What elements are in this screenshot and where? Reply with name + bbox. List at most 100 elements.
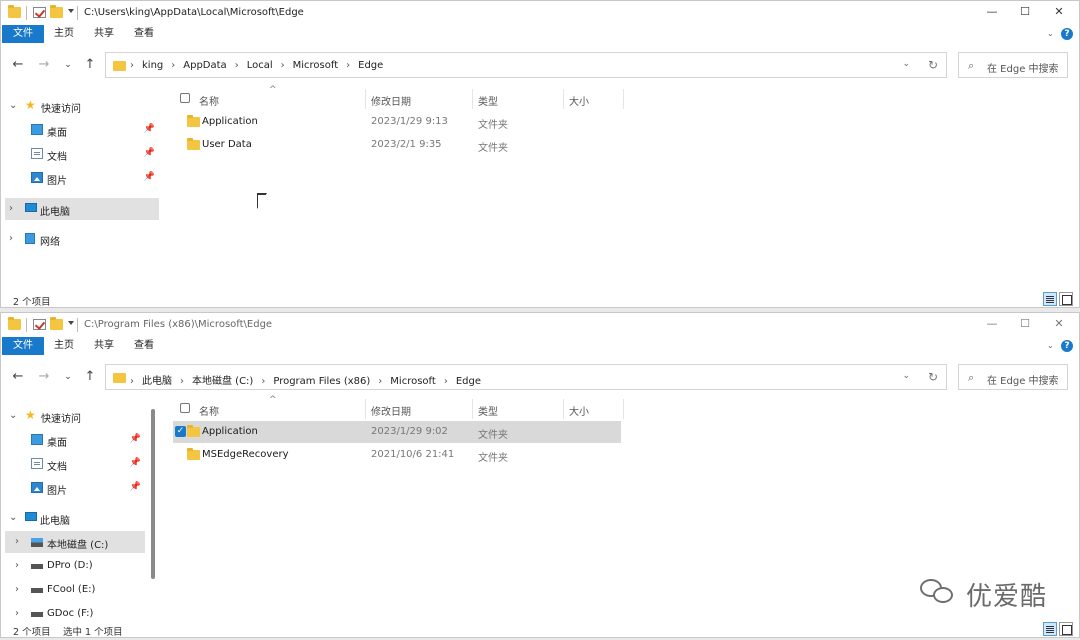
column-divider[interactable] xyxy=(623,89,624,109)
table-row[interactable]: User Data 2023/2/1 9:35 文件夹 xyxy=(173,134,621,156)
sidebar-item-quick-access[interactable]: ⌄ ★ 快速访问 xyxy=(5,95,159,117)
sidebar-item-drive-e[interactable]: › FCool (E:) xyxy=(5,579,145,601)
large-icons-view-button[interactable] xyxy=(1059,622,1073,636)
address-dropdown-icon[interactable]: ⌄ xyxy=(902,59,910,69)
column-divider[interactable] xyxy=(472,399,473,419)
tab-view[interactable]: 查看 xyxy=(129,337,159,355)
forward-button[interactable]: → xyxy=(35,56,53,74)
quick-access-toolbar-dropdown-icon[interactable] xyxy=(68,9,74,13)
help-icon[interactable]: ? xyxy=(1061,340,1073,352)
sidebar-item-this-pc[interactable]: ⌄ 此电脑 xyxy=(5,507,145,529)
chevron-down-icon[interactable]: ⌄ xyxy=(1047,29,1057,39)
recent-locations-dropdown[interactable]: ⌄ xyxy=(59,56,77,74)
column-divider[interactable] xyxy=(472,89,473,109)
sidebar-item-drive-d[interactable]: › DPro (D:) xyxy=(5,555,145,577)
select-all-checkbox[interactable] xyxy=(180,93,190,103)
sidebar-item-network[interactable]: › 网络 xyxy=(5,228,159,250)
column-divider[interactable] xyxy=(623,399,624,419)
back-button[interactable]: ← xyxy=(9,56,27,74)
quick-access-toolbar-dropdown-icon[interactable] xyxy=(68,321,74,325)
maximize-button[interactable]: ☐ xyxy=(1017,316,1033,332)
tab-share[interactable]: 共享 xyxy=(89,337,119,355)
sidebar-item-quick-access[interactable]: ⌄ ★ 快速访问 xyxy=(5,405,159,427)
column-type[interactable]: 类型 xyxy=(478,403,498,418)
pin-icon[interactable]: 📌 xyxy=(130,482,141,492)
column-divider[interactable] xyxy=(563,399,564,419)
tab-share[interactable]: 共享 xyxy=(89,25,119,43)
breadcrumb-item-microsoft[interactable]: Microsoft xyxy=(293,60,339,71)
pin-icon[interactable]: 📌 xyxy=(144,172,155,182)
breadcrumb-item-king[interactable]: king xyxy=(142,60,163,71)
maximize-button[interactable]: ☐ xyxy=(1017,4,1033,20)
help-icon[interactable]: ? xyxy=(1061,28,1073,40)
details-view-button[interactable] xyxy=(1043,292,1057,306)
tab-file[interactable]: 文件 xyxy=(2,25,44,43)
chevron-right-icon[interactable]: › xyxy=(9,233,13,244)
large-icons-view-button[interactable] xyxy=(1059,292,1073,306)
close-button[interactable]: ✕ xyxy=(1051,4,1067,20)
column-date[interactable]: 修改日期 xyxy=(371,403,411,418)
select-all-checkbox[interactable] xyxy=(180,403,190,413)
breadcrumb-item-edge[interactable]: Edge xyxy=(456,376,481,387)
column-divider[interactable] xyxy=(365,89,366,109)
chevron-right-icon[interactable]: › xyxy=(15,536,19,547)
pin-icon[interactable]: 📌 xyxy=(144,124,155,134)
table-row-selected[interactable]: ✓ Application 2023/1/29 9:02 文件夹 xyxy=(173,421,621,443)
sidebar-item-drive-c[interactable]: › 本地磁盘 (C:) xyxy=(5,531,145,553)
column-date[interactable]: 修改日期 xyxy=(371,93,411,108)
refresh-icon[interactable]: ↻ xyxy=(928,58,938,72)
pin-icon[interactable]: 📌 xyxy=(144,148,155,158)
chevron-right-icon[interactable]: › xyxy=(15,560,19,571)
sidebar-item-desktop[interactable]: 桌面 📌 xyxy=(5,119,159,141)
column-name[interactable]: 名称 xyxy=(199,93,219,108)
breadcrumb-item-local[interactable]: Local xyxy=(247,60,273,71)
address-bar[interactable]: › king › AppData › Local › Microsoft › Edge ⌄ ↻ xyxy=(105,52,947,78)
address-bar[interactable]: › 此电脑 › 本地磁盘 (C:) › Program Files (x86) › Micro… xyxy=(105,364,947,390)
refresh-icon[interactable]: ↻ xyxy=(928,370,938,384)
column-divider[interactable] xyxy=(365,399,366,419)
column-name[interactable]: 名称 xyxy=(199,403,219,418)
row-checkbox-checked[interactable]: ✓ xyxy=(175,426,186,437)
navigation-scrollbar[interactable] xyxy=(151,409,155,579)
properties-icon[interactable] xyxy=(33,319,46,330)
close-button[interactable]: ✕ xyxy=(1051,316,1067,332)
tab-file[interactable]: 文件 xyxy=(2,337,44,355)
breadcrumb-item-microsoft[interactable]: Microsoft xyxy=(390,376,436,387)
column-divider[interactable] xyxy=(563,89,564,109)
search-input[interactable]: ⌕ 在 Edge 中搜索 xyxy=(958,364,1068,390)
minimize-button[interactable]: — xyxy=(984,316,1000,332)
breadcrumb-item-appdata[interactable]: AppData xyxy=(183,60,226,71)
back-button[interactable]: ← xyxy=(9,368,27,386)
chevron-down-icon[interactable]: ⌄ xyxy=(1047,341,1057,351)
minimize-button[interactable]: — xyxy=(984,4,1000,20)
chevron-right-icon[interactable]: › xyxy=(9,203,13,214)
new-folder-icon[interactable] xyxy=(50,317,63,330)
sidebar-item-desktop[interactable]: 桌面 📌 xyxy=(5,429,145,451)
up-button[interactable]: ↑ xyxy=(81,56,99,74)
chevron-down-icon[interactable]: ⌄ xyxy=(9,410,17,421)
tab-view[interactable]: 查看 xyxy=(129,25,159,43)
chevron-right-icon[interactable]: › xyxy=(15,608,19,619)
address-dropdown-icon[interactable]: ⌄ xyxy=(902,371,910,381)
column-size[interactable]: 大小 xyxy=(569,403,589,418)
search-input[interactable]: ⌕ 在 Edge 中搜索 xyxy=(958,52,1068,78)
tab-home[interactable]: 主页 xyxy=(49,25,79,43)
tab-home[interactable]: 主页 xyxy=(49,337,79,355)
breadcrumb-item-edge[interactable]: Edge xyxy=(358,60,383,71)
chevron-down-icon[interactable]: ⌄ xyxy=(9,512,17,523)
details-view-button[interactable] xyxy=(1043,622,1057,636)
sidebar-item-pictures[interactable]: 图片 📌 xyxy=(5,167,159,189)
properties-icon[interactable] xyxy=(33,7,46,18)
breadcrumb-item-this-pc[interactable]: 此电脑 xyxy=(142,372,172,387)
column-size[interactable]: 大小 xyxy=(569,93,589,108)
pin-icon[interactable]: 📌 xyxy=(130,434,141,444)
sidebar-item-pictures[interactable]: 图片 📌 xyxy=(5,477,145,499)
chevron-down-icon[interactable]: ⌄ xyxy=(9,100,17,111)
breadcrumb-item-program-files[interactable]: Program Files (x86) xyxy=(273,376,370,387)
sidebar-item-this-pc[interactable]: › 此电脑 xyxy=(5,198,159,220)
chevron-right-icon[interactable]: › xyxy=(15,584,19,595)
column-type[interactable]: 类型 xyxy=(478,93,498,108)
forward-button[interactable]: → xyxy=(35,368,53,386)
table-row[interactable]: MSEdgeRecovery 2021/10/6 21:41 文件夹 xyxy=(173,444,621,466)
recent-locations-dropdown[interactable]: ⌄ xyxy=(59,368,77,386)
